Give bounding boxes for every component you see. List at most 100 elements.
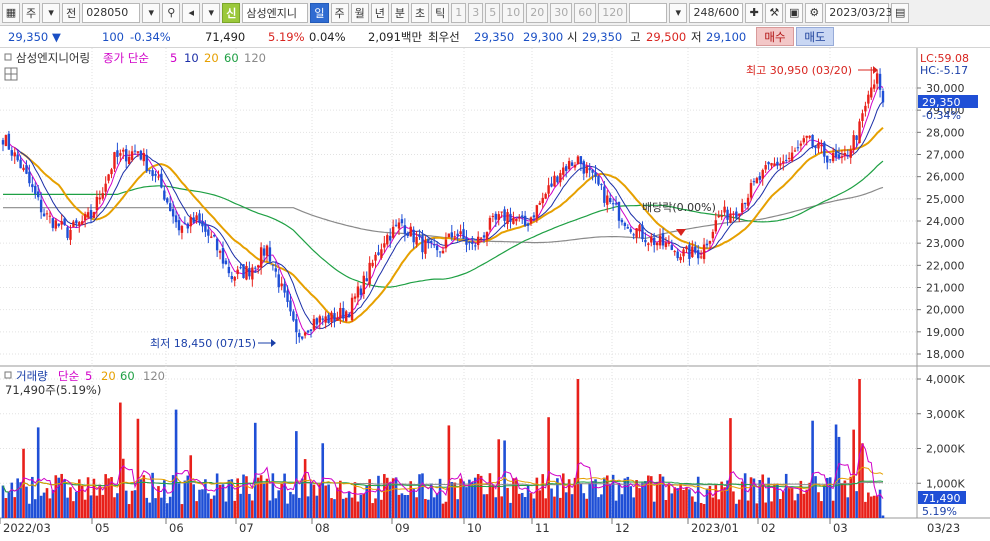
interval-10[interactable]: 10	[502, 2, 525, 23]
tab-second[interactable]: 초	[411, 2, 430, 23]
volume-bar	[784, 473, 788, 518]
tab-week[interactable]: 주	[330, 2, 349, 23]
interval-20[interactable]: 20	[526, 2, 549, 23]
candle-body	[553, 175, 556, 187]
bar-count-field[interactable]: 248/600	[689, 2, 744, 23]
candle-body	[257, 265, 260, 268]
tab-tick[interactable]: 틱	[431, 2, 450, 23]
candle-body	[837, 154, 841, 159]
tab-day[interactable]: 일	[310, 2, 329, 23]
dividend-annotation: 배당락(0.00%)	[642, 201, 716, 214]
interval-input[interactable]	[629, 2, 668, 23]
candle-body	[559, 173, 562, 183]
candle-body	[653, 237, 656, 245]
candle-body	[509, 213, 512, 222]
chart-menu-icon[interactable]: ▦	[2, 2, 20, 23]
gear-icon[interactable]: ⚙	[805, 2, 824, 23]
price-tick-label: 30,000	[926, 82, 965, 95]
volume-bar	[245, 476, 248, 518]
interval-120[interactable]: 120	[598, 2, 628, 23]
interval-5[interactable]: 5	[485, 2, 501, 23]
tab-minute[interactable]: 분	[390, 2, 409, 23]
candle-body	[752, 181, 756, 183]
calendar-icon[interactable]: ▤	[891, 2, 910, 23]
interval-3[interactable]: 3	[468, 2, 484, 23]
buy-button[interactable]: 매수	[756, 27, 794, 46]
candle-body	[189, 216, 192, 227]
chevron-down-icon[interactable]: ▾	[42, 2, 61, 23]
candle-body	[251, 267, 254, 280]
candle-body	[735, 211, 738, 218]
search-icon[interactable]: ⚲	[162, 2, 181, 23]
candle-body	[820, 144, 823, 147]
candle-body	[535, 205, 539, 220]
volume-bar	[717, 499, 721, 518]
volume-bar	[846, 497, 850, 518]
tool-icon[interactable]: ⚒	[765, 2, 784, 23]
interval-60[interactable]: 60	[574, 2, 597, 23]
candle-body	[365, 278, 368, 282]
candle-body	[723, 206, 726, 213]
interval-30[interactable]: 30	[550, 2, 573, 23]
volume-bar	[415, 497, 418, 518]
volume-bar	[837, 436, 841, 518]
volume-bar	[450, 482, 454, 518]
candle-body	[444, 239, 448, 249]
date-input[interactable]: 2023/03/23	[825, 2, 893, 23]
candle-body	[743, 202, 747, 205]
period-prev-button[interactable]: 전	[62, 2, 81, 23]
save-icon[interactable]: ▣	[785, 2, 804, 23]
volume-bar	[814, 476, 817, 518]
volume-bar	[359, 494, 363, 518]
candle-body	[447, 233, 451, 238]
date-tick-label: 05	[95, 521, 110, 535]
crosshair-icon[interactable]: ✚	[745, 2, 764, 23]
volume-bar	[192, 484, 195, 518]
volume-bar	[16, 478, 19, 518]
volume-ma-label: 단순	[58, 369, 79, 383]
volume-tick-label: 3,000K	[926, 408, 965, 421]
volume-bar	[80, 485, 84, 518]
volume-bar	[435, 493, 439, 518]
volume-bar	[817, 492, 820, 518]
candle-body	[688, 244, 691, 259]
candle-body	[459, 231, 462, 235]
volume-bar	[324, 485, 327, 518]
pref-label: 최우선	[428, 29, 460, 44]
volume-bar	[339, 480, 342, 518]
volume-bar	[471, 482, 474, 518]
sell-button[interactable]: 매도	[796, 27, 834, 46]
volume-bar	[277, 490, 281, 518]
volume-bar	[51, 489, 55, 518]
candle-body	[746, 197, 750, 206]
candle-body	[107, 174, 110, 181]
date-tick-label: 2022/03	[3, 521, 51, 535]
candle-body	[236, 269, 239, 275]
sound-icon[interactable]: ◂	[182, 2, 201, 23]
volume-bar	[54, 475, 58, 518]
code-dropdown-icon[interactable]: ▾	[142, 2, 161, 23]
stock-code-input[interactable]: 028050	[82, 2, 141, 23]
volume-bar	[251, 500, 254, 518]
candle-body	[324, 316, 327, 323]
candle-body	[438, 251, 442, 253]
trade-amount: 2,091백만	[368, 29, 423, 44]
tab-month[interactable]: 월	[350, 2, 369, 23]
candle-body	[544, 193, 547, 199]
stock-chart[interactable]: 삼성엔지니어링 종가 단순 5 10 20 60 120 최고 30,950 (…	[0, 48, 990, 541]
candle-body	[25, 165, 28, 174]
candle-body	[456, 233, 459, 237]
volume-collapse-icon[interactable]	[4, 371, 12, 379]
candle-body	[565, 166, 568, 171]
arrow-down-icon[interactable]: ▾	[202, 2, 221, 23]
volume-bar	[303, 459, 307, 518]
candle-body	[339, 307, 342, 319]
interval-dropdown-icon[interactable]: ▾	[669, 2, 688, 23]
interval-1[interactable]: 1	[451, 2, 467, 23]
vol-ma20-legend: 20	[101, 369, 116, 383]
candle-body	[224, 260, 228, 264]
high-annotation: 최고 30,950 (03/20)	[746, 64, 852, 77]
tab-year[interactable]: 년	[370, 2, 389, 23]
volume-bar	[676, 488, 679, 518]
period-left-select[interactable]: 주	[22, 2, 41, 23]
